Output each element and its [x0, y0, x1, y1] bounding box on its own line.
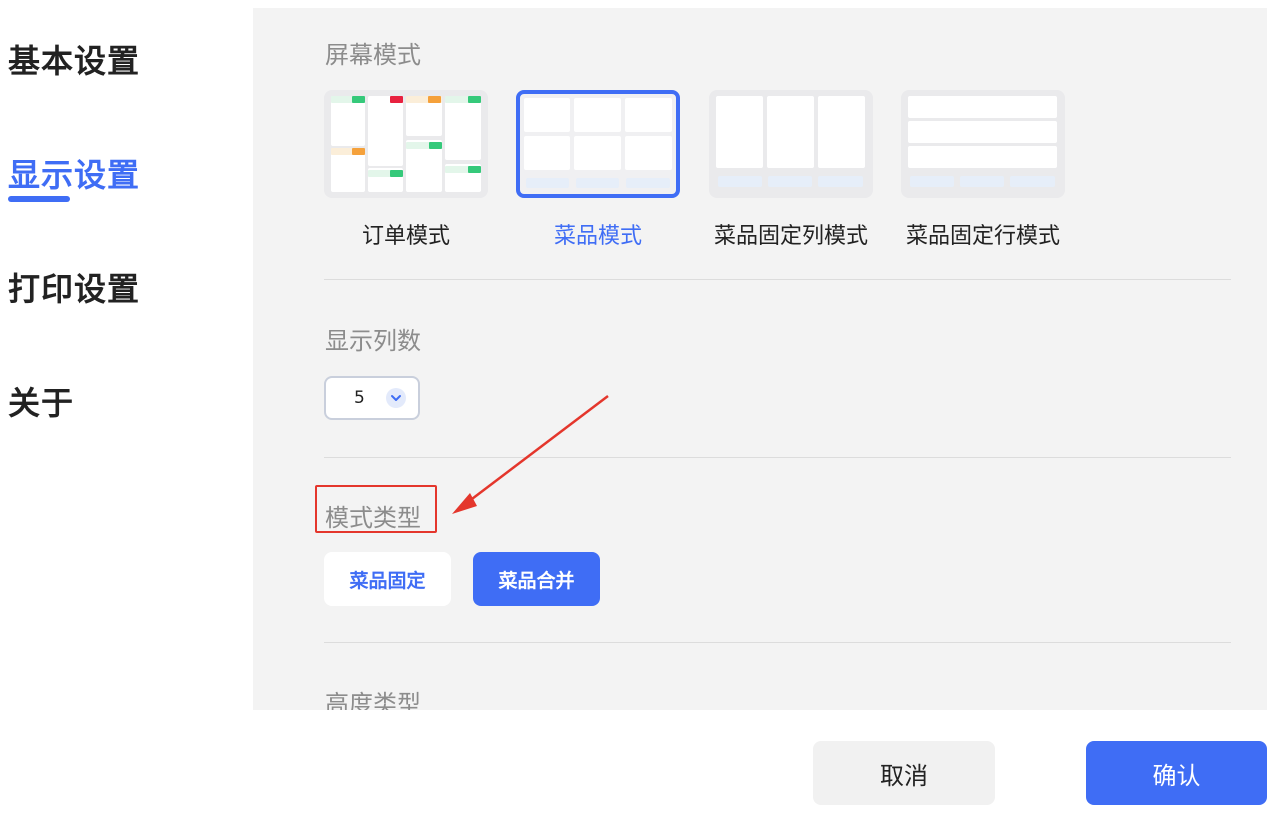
- mode-option-dish-fixed-column[interactable]: 菜品固定列模式: [709, 90, 873, 249]
- dish-fixed-row-thumbnail: [901, 90, 1065, 198]
- mode-label-dish-fixed-column: 菜品固定列模式: [713, 224, 868, 249]
- section-divider: [324, 457, 1231, 458]
- confirm-button[interactable]: 确认: [1086, 741, 1267, 805]
- annotation-highlight-box: [315, 485, 437, 533]
- mode-label-order: 订单模式: [361, 224, 450, 249]
- column-count-title: 显示列数: [325, 327, 421, 355]
- active-nav-indicator: [8, 196, 70, 202]
- section-divider: [324, 279, 1231, 280]
- height-type-title: 高度类型: [325, 690, 421, 710]
- mode-type-dish-fixed-button[interactable]: 菜品固定: [324, 552, 451, 606]
- mode-label-dish-fixed-row: 菜品固定行模式: [905, 224, 1060, 249]
- cancel-button[interactable]: 取消: [813, 741, 995, 805]
- mode-option-dish-fixed-row[interactable]: 菜品固定行模式: [901, 90, 1065, 249]
- display-settings-panel[interactable]: 屏幕模式 订单模式 菜品模式 菜品固定列模式 菜品固定行模式 显示列数 5 模式…: [253, 8, 1267, 710]
- dish-mode-thumbnail: [516, 90, 680, 198]
- section-divider: [324, 642, 1231, 643]
- nav-item-display-settings[interactable]: 显示设置: [8, 150, 140, 196]
- mode-label-dish: 菜品模式: [553, 224, 642, 249]
- nav-item-print-settings[interactable]: 打印设置: [8, 264, 140, 310]
- settings-sidebar: 基本设置 显示设置 打印设置 关于: [0, 0, 253, 815]
- nav-item-basic-settings[interactable]: 基本设置: [8, 36, 140, 82]
- chevron-down-icon[interactable]: [386, 388, 406, 408]
- column-count-select[interactable]: 5: [324, 376, 420, 420]
- mode-option-order[interactable]: 订单模式: [324, 90, 488, 249]
- column-count-value: 5: [354, 388, 365, 408]
- dish-fixed-column-thumbnail: [709, 90, 873, 198]
- mode-option-dish[interactable]: 菜品模式: [516, 90, 680, 249]
- nav-item-about[interactable]: 关于: [8, 378, 74, 424]
- mode-type-dish-merge-button[interactable]: 菜品合并: [473, 552, 600, 606]
- screen-mode-title: 屏幕模式: [325, 41, 421, 69]
- order-mode-thumbnail: [324, 90, 488, 198]
